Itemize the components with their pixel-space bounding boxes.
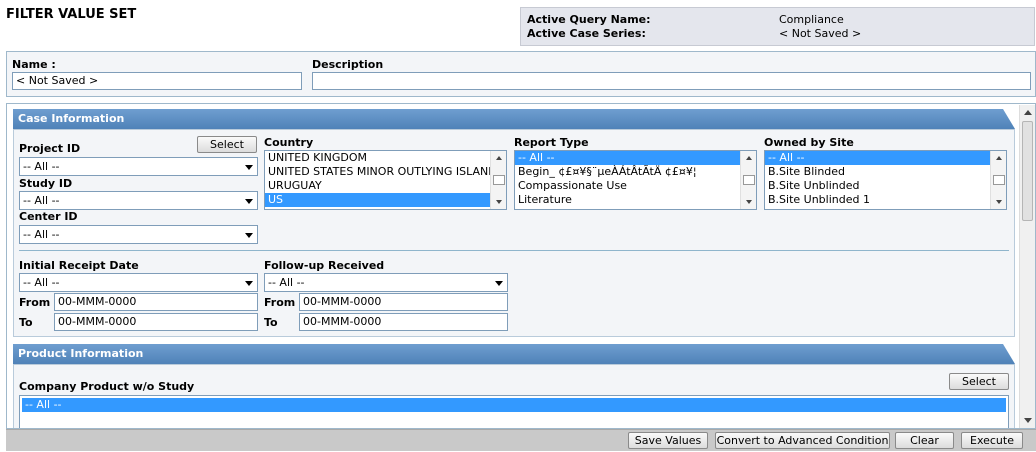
project-select-button[interactable]: Select — [197, 136, 257, 153]
center-id-dropdown[interactable]: -- All -- — [19, 225, 258, 244]
country-listbox[interactable]: UNITED KINGDOM UNITED STATES MINOR OUTLY… — [264, 150, 507, 210]
initial-receipt-value: -- All -- — [23, 276, 60, 289]
scroll-down-icon[interactable] — [496, 200, 502, 204]
company-product-listbox[interactable]: -- All -- — [19, 395, 1009, 428]
initial-to-field[interactable]: 00-MMM-0000 — [54, 313, 258, 331]
owned-by-site-option[interactable]: B.Site Blinded — [765, 165, 1006, 179]
center-id-label: Center ID — [19, 210, 78, 223]
country-label: Country — [264, 136, 314, 149]
page-title: FILTER VALUE SET — [6, 7, 137, 22]
save-values-button[interactable]: Save Values — [628, 432, 708, 449]
project-id-value: -- All -- — [23, 160, 60, 173]
report-type-listbox[interactable]: -- All -- Begin_ ¢£¤¥§¨µeÀÁtÂtÃtÄ ¢£¤¥¦ … — [514, 150, 757, 210]
followup-label: Follow-up Received — [264, 259, 385, 272]
scroll-thumb[interactable] — [1022, 121, 1033, 221]
report-type-option[interactable]: Literature — [515, 193, 756, 207]
country-option[interactable]: URUGUAY — [265, 179, 506, 193]
owned-by-site-listbox[interactable]: -- All -- B.Site Blinded B.Site Unblinde… — [764, 150, 1007, 210]
country-option[interactable]: UNITED KINGDOM — [265, 151, 506, 165]
main-scrollbar[interactable] — [1019, 105, 1035, 428]
case-info-body: Project ID Select -- All -- Study ID -- … — [13, 129, 1015, 337]
convert-advanced-button[interactable]: Convert to Advanced Condition — [715, 432, 890, 449]
filter-content-panel: Case Information Project ID Select -- Al… — [6, 103, 1036, 429]
owned-by-site-option[interactable]: B.Site Unblinded — [765, 179, 1006, 193]
name-label: Name : — [12, 58, 56, 71]
scroll-thumb[interactable] — [493, 175, 505, 185]
section-divider — [19, 250, 1009, 251]
initial-receipt-label: Initial Receipt Date — [19, 259, 139, 272]
scroll-down-icon[interactable] — [746, 200, 752, 204]
product-info-section: Product Information Company Product w/o … — [13, 344, 1015, 428]
active-query-value: Compliance — [779, 13, 844, 26]
owned-by-site-option[interactable]: B.Site Unblinded 1 — [765, 193, 1006, 207]
active-case-label: Active Case Series: — [527, 27, 646, 40]
followup-dropdown[interactable]: -- All -- — [264, 273, 508, 292]
initial-receipt-dropdown[interactable]: -- All -- — [19, 273, 258, 292]
followup-from-field[interactable]: 00-MMM-0000 — [299, 293, 508, 311]
chevron-down-icon — [245, 165, 253, 170]
name-field[interactable]: < Not Saved > — [12, 72, 302, 90]
initial-from-label: From — [19, 296, 51, 309]
company-product-label: Company Product w/o Study — [19, 380, 195, 393]
active-case-value: < Not Saved > — [779, 27, 862, 40]
scroll-up-icon[interactable] — [496, 156, 502, 160]
followup-from-label: From — [264, 296, 296, 309]
initial-from-field[interactable]: 00-MMM-0000 — [54, 293, 258, 311]
clear-button[interactable]: Clear — [895, 432, 954, 449]
active-query-label: Active Query Name: — [527, 13, 651, 26]
project-id-label: Project ID — [19, 142, 81, 155]
product-info-body: Company Product w/o Study Select -- All … — [13, 364, 1015, 428]
company-product-option-selected[interactable]: -- All -- — [22, 398, 1006, 412]
scroll-up-icon[interactable] — [996, 156, 1002, 160]
country-option[interactable]: UNITED STATES MINOR OUTLYING ISLANDS — [265, 165, 506, 179]
chevron-down-icon — [245, 199, 253, 204]
owned-by-site-label: Owned by Site — [764, 136, 854, 149]
active-query-box: Active Query Name: Compliance Active Cas… — [520, 7, 1035, 46]
description-label: Description — [312, 58, 384, 71]
report-type-option-selected[interactable]: -- All -- — [515, 151, 756, 165]
chevron-down-icon — [495, 281, 503, 286]
study-id-value: -- All -- — [23, 194, 60, 207]
report-type-label: Report Type — [514, 136, 589, 149]
case-info-section: Case Information Project ID Select -- Al… — [13, 109, 1015, 337]
report-type-option[interactable]: Begin_ ¢£¤¥§¨µeÀÁtÂtÃtÄ ¢£¤¥¦ — [515, 165, 756, 179]
study-id-dropdown[interactable]: -- All -- — [19, 191, 258, 210]
scroll-down-icon[interactable] — [996, 200, 1002, 204]
study-id-label: Study ID — [19, 177, 73, 190]
initial-to-label: To — [19, 316, 33, 329]
name-panel: Name : < Not Saved > Description — [6, 51, 1036, 97]
scroll-up-icon[interactable] — [1024, 110, 1032, 115]
project-id-dropdown[interactable]: -- All -- — [19, 157, 258, 176]
report-type-option[interactable]: Compassionate Use — [515, 179, 756, 193]
description-field[interactable] — [312, 72, 1031, 90]
followup-to-label: To — [264, 316, 278, 329]
case-info-header: Case Information — [13, 109, 1015, 129]
chevron-down-icon — [245, 233, 253, 238]
footer-bar: Save Values Convert to Advanced Conditio… — [6, 429, 1036, 451]
product-select-button[interactable]: Select — [949, 373, 1009, 390]
report-type-scrollbar[interactable] — [740, 151, 756, 209]
country-scrollbar[interactable] — [490, 151, 506, 209]
owned-by-site-option-selected[interactable]: -- All -- — [765, 151, 1006, 165]
chevron-down-icon — [245, 281, 253, 286]
scroll-thumb[interactable] — [743, 175, 755, 185]
center-id-value: -- All -- — [23, 228, 60, 241]
product-info-header: Product Information — [13, 344, 1015, 364]
followup-value: -- All -- — [268, 276, 305, 289]
scroll-thumb[interactable] — [993, 175, 1005, 185]
country-option-selected[interactable]: US — [265, 193, 506, 207]
execute-button[interactable]: Execute — [961, 432, 1023, 449]
scroll-down-icon[interactable] — [1024, 418, 1032, 423]
owned-by-site-scrollbar[interactable] — [990, 151, 1006, 209]
scroll-up-icon[interactable] — [746, 156, 752, 160]
followup-to-field[interactable]: 00-MMM-0000 — [299, 313, 508, 331]
